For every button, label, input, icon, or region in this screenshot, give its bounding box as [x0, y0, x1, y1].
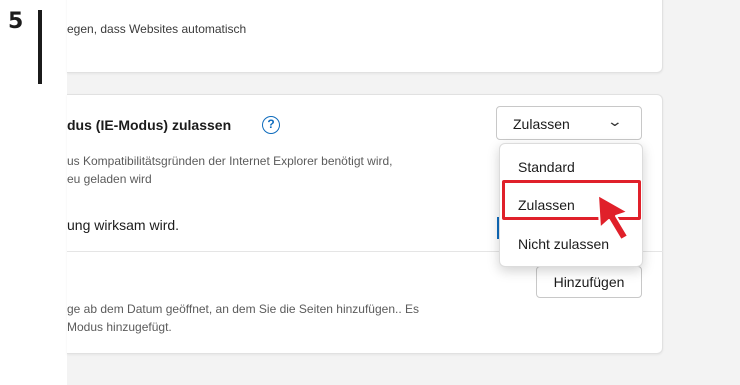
- pointer-cursor-icon: [597, 194, 629, 241]
- step-number: 5: [8, 9, 24, 34]
- ie-mode-description-line1: us Kompatibilitätsgründen der Internet E…: [67, 154, 393, 168]
- chevron-down-icon: ⌄: [606, 113, 624, 129]
- ie-pages-description-line1: ge ab dem Datum geöffnet, an dem Sie die…: [67, 302, 420, 316]
- ie-mode-setting-title: dus (IE-Modus) zulassen: [67, 117, 232, 133]
- step-divider: [38, 10, 42, 84]
- ie-mode-select[interactable]: Zulassen ⌄: [496, 106, 642, 140]
- ie-mode-select-value: Zulassen: [513, 116, 570, 132]
- help-icon[interactable]: ?: [262, 116, 280, 134]
- add-page-button[interactable]: Hinzufügen: [536, 266, 642, 298]
- option-standard[interactable]: Standard: [518, 159, 575, 175]
- restart-notice: ung wirksam wird.: [67, 217, 180, 233]
- ie-mode-description-line2: eu geladen wird: [67, 172, 152, 186]
- ie-pages-description-line2: Modus hinzugefügt.: [67, 320, 172, 334]
- top-card-description: egen, dass Websites automatisch: [67, 22, 247, 36]
- settings-card-top: [67, 0, 663, 73]
